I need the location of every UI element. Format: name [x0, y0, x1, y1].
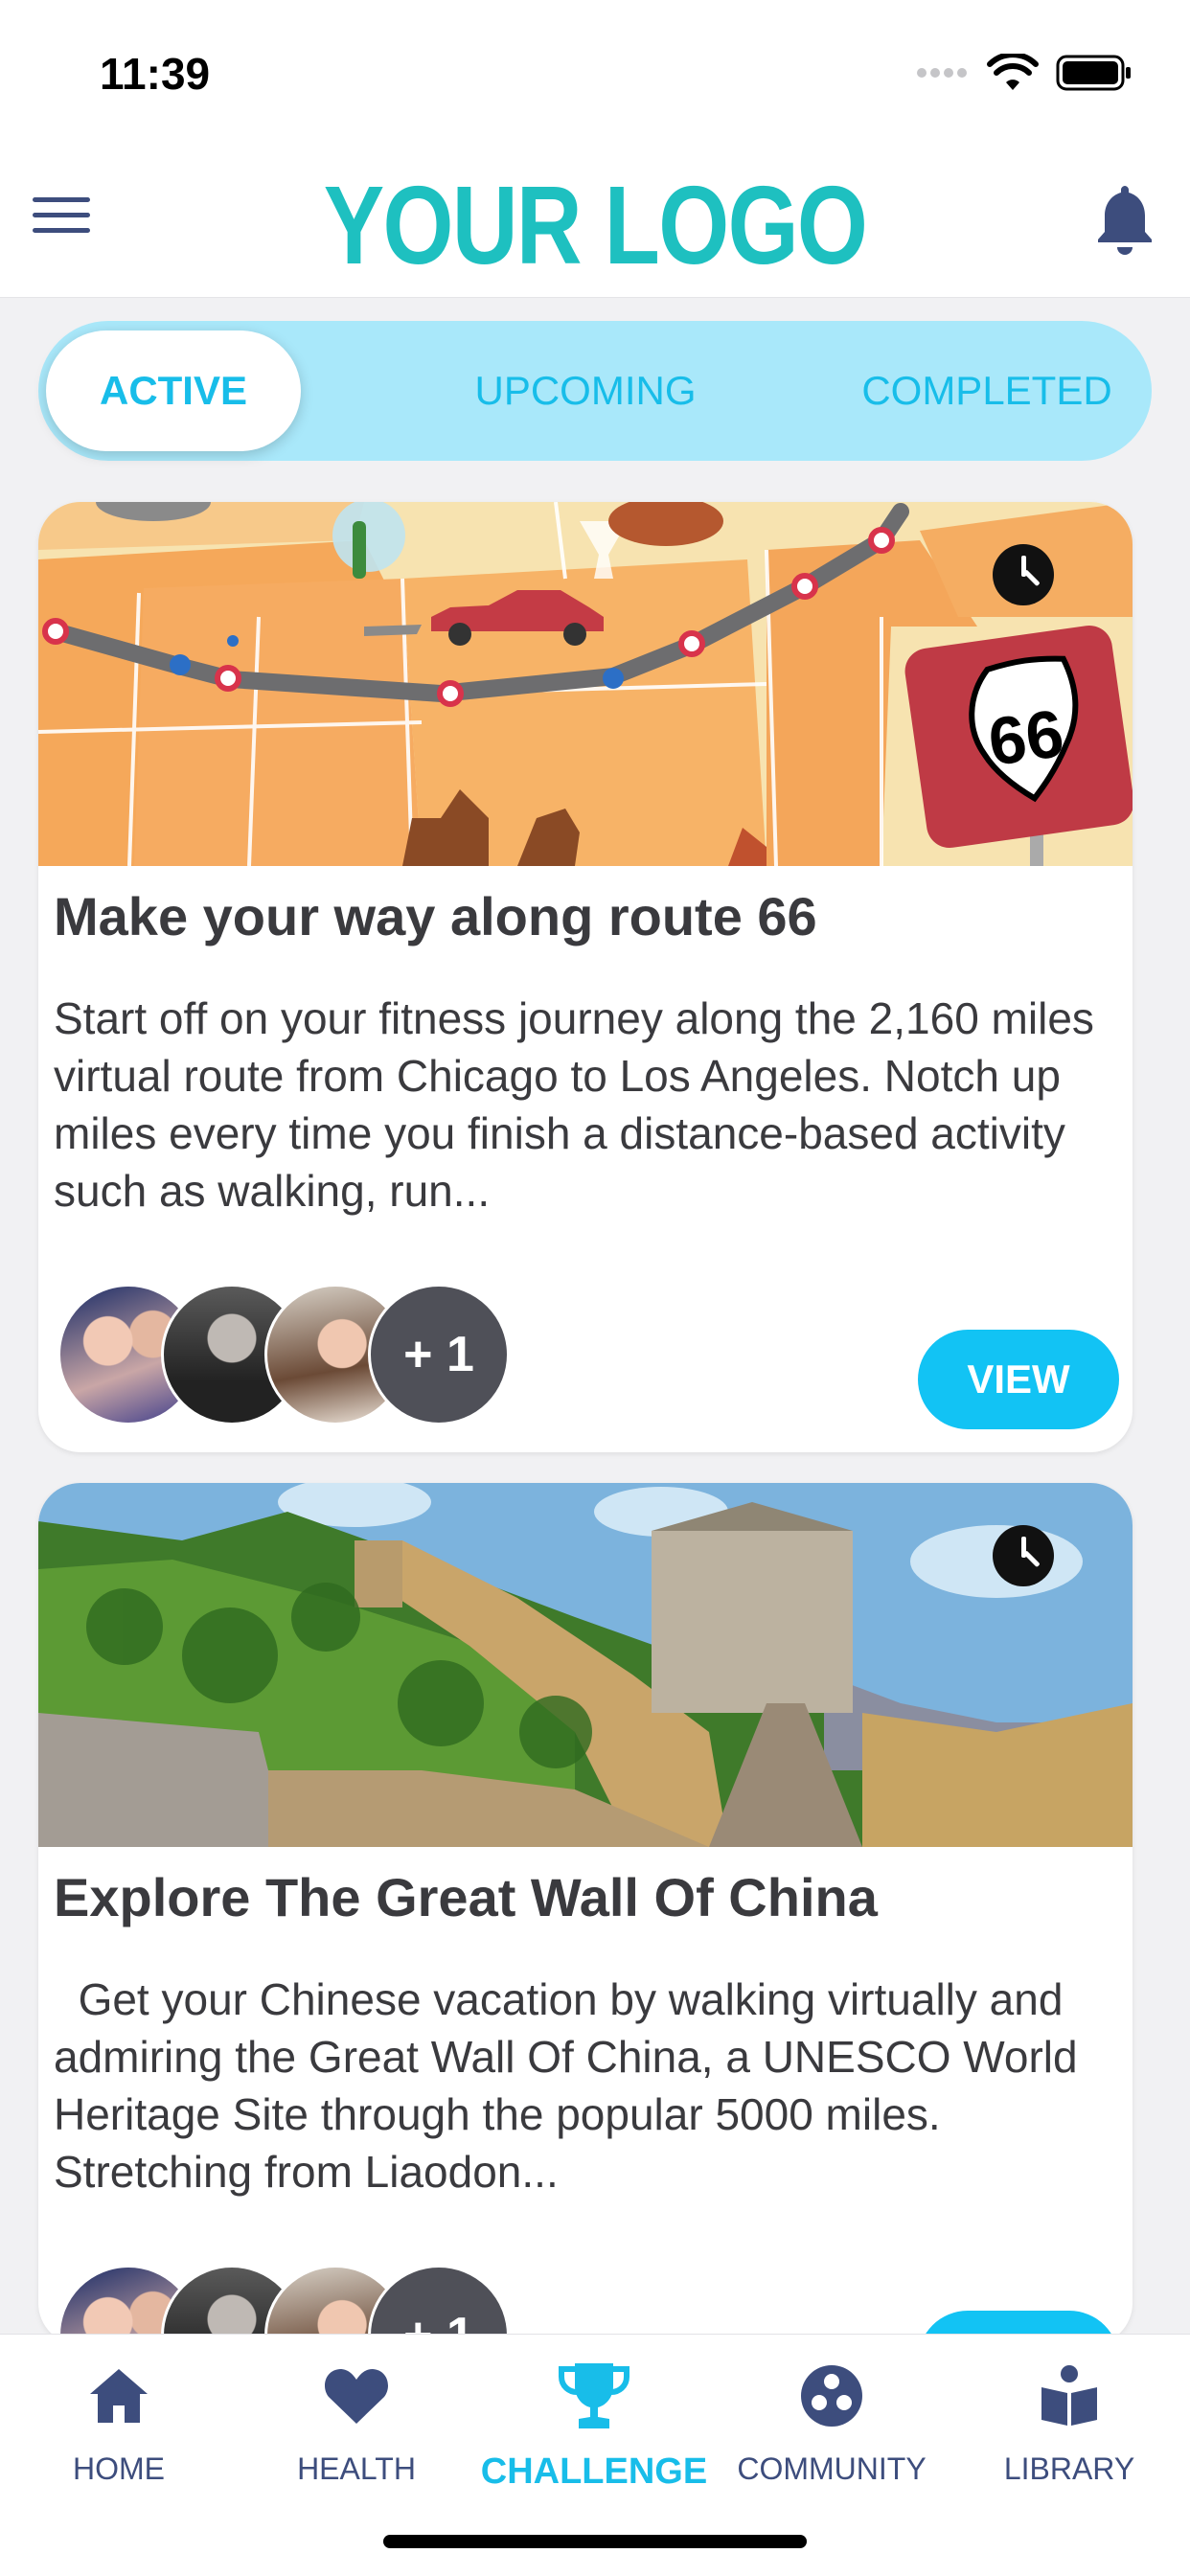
home-icon	[90, 2369, 148, 2423]
card-title: Explore The Great Wall Of China	[54, 1867, 878, 1927]
home-indicator[interactable]	[383, 2535, 807, 2548]
status-time: 11:39	[100, 49, 211, 99]
battery-icon	[1056, 55, 1131, 91]
challenge-card[interactable]: Explore The Great Wall Of China Get your…	[38, 1483, 1133, 2345]
nav-label: CHALLENGE	[480, 2451, 708, 2492]
menu-icon[interactable]	[33, 197, 90, 243]
challenge-tabs: ACTIVE UPCOMING COMPLETED	[38, 321, 1152, 461]
status-icons	[916, 54, 1133, 92]
bell-icon[interactable]	[1094, 182, 1156, 257]
tab-upcoming[interactable]: UPCOMING	[408, 321, 763, 461]
nav-community[interactable]: COMMUNITY	[713, 2335, 950, 2487]
status-bar: 11:39	[0, 0, 1190, 144]
trophy-icon	[559, 2363, 629, 2428]
wifi-icon	[987, 54, 1039, 90]
nav-home[interactable]: HOME	[0, 2335, 238, 2487]
challenge-card[interactable]: 66 Make your way along route 66 Start of…	[38, 502, 1133, 1452]
nav-library[interactable]: LIBRARY	[950, 2335, 1188, 2487]
clock-icon	[993, 544, 1054, 605]
nav-health[interactable]: HEALTH	[238, 2335, 475, 2487]
card-title: Make your way along route 66	[54, 886, 817, 946]
community-icon	[801, 2365, 862, 2427]
nav-label: COMMUNITY	[737, 2451, 927, 2486]
nav-challenge[interactable]: CHALLENGE	[475, 2335, 713, 2493]
more-participants-badge: + 1	[368, 1284, 510, 1425]
book-icon	[1041, 2365, 1097, 2426]
clock-icon	[993, 1525, 1054, 1586]
heart-icon	[325, 2369, 388, 2424]
great-wall-image	[38, 1483, 1133, 1847]
nav-label: LIBRARY	[1003, 2451, 1135, 2486]
tab-completed[interactable]: COMPLETED	[824, 321, 1150, 461]
tab-active[interactable]: ACTIVE	[46, 331, 301, 451]
signal-icon	[917, 68, 967, 78]
app-logo: YOUR LOGO	[323, 163, 868, 287]
card-description: Start off on your fitness journey along …	[54, 993, 1094, 1216]
nav-label: HOME	[73, 2451, 165, 2486]
app-header: YOUR LOGO	[0, 144, 1190, 298]
view-button[interactable]: VIEW	[918, 1330, 1119, 1429]
participant-avatars[interactable]: + 1	[57, 1284, 510, 1425]
card-description: Get your Chinese vacation by walking vir…	[54, 1974, 1090, 2197]
route66-image: 66	[38, 502, 1133, 866]
route66-sign-text: 66	[984, 695, 1068, 780]
nav-label: HEALTH	[297, 2451, 416, 2486]
